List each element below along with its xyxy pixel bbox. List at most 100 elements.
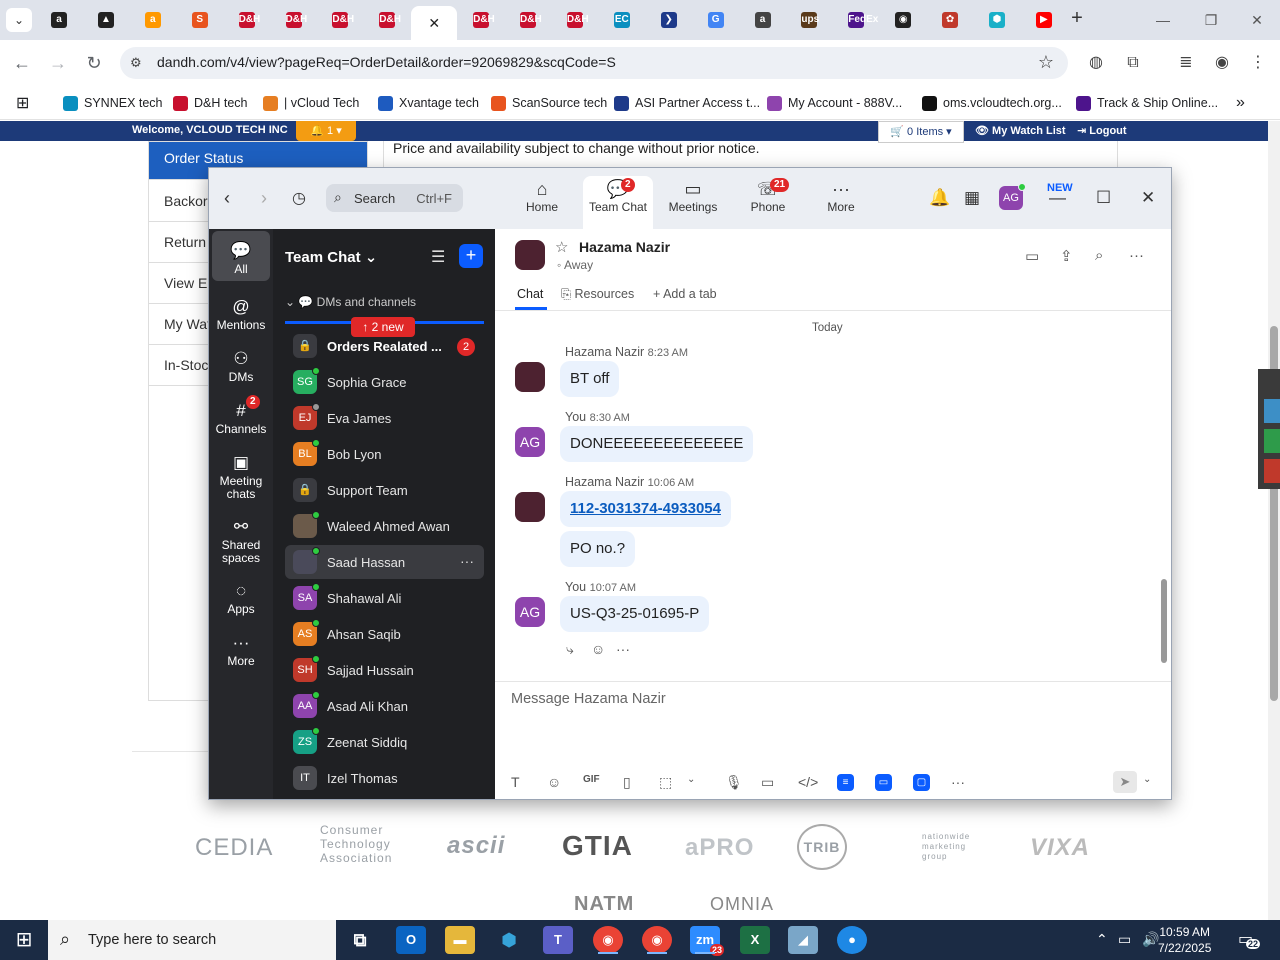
network-icon[interactable]: ▭ (1118, 931, 1131, 948)
browser-tab[interactable]: D&H (224, 4, 270, 36)
browser-tab[interactable]: D&H (271, 4, 317, 36)
browser-tab[interactable]: D&H (552, 4, 598, 36)
section-dms-channels[interactable]: ⌄ 💬 DMs and channels (285, 295, 416, 309)
browser-tab[interactable]: FedEx (833, 4, 879, 36)
volume-icon[interactable]: 🔊 (1142, 931, 1159, 948)
task-view-icon[interactable]: ⧉ (345, 926, 375, 954)
format-text-icon[interactable]: T (511, 774, 520, 790)
browser-tab[interactable]: EC (599, 4, 645, 36)
app-icon[interactable]: ⬢ (494, 926, 524, 954)
tab-search-button[interactable]: ⌄ (6, 8, 32, 32)
notification-bell[interactable]: 🔔 1 ▾ (296, 121, 356, 141)
url-text[interactable]: dandh.com/v4/view?pageReq=OrderDetail&or… (157, 54, 616, 70)
avatar[interactable] (515, 492, 545, 522)
bell-icon[interactable]: 🔔 (929, 188, 950, 208)
emoji-reaction-icon[interactable]: ☺ (591, 641, 605, 657)
rail-item-apps[interactable]: ◌ Apps (212, 571, 270, 616)
browser-tab[interactable]: ✿ (927, 4, 973, 36)
avatar[interactable] (515, 362, 545, 392)
maximize-icon[interactable]: ☐ (1096, 188, 1111, 208)
emoji-icon[interactable]: ☺ (547, 774, 561, 790)
browser-tab[interactable]: a (740, 4, 786, 36)
address-bar[interactable]: ⚙ dandh.com/v4/view?pageReq=OrderDetail&… (120, 47, 1068, 79)
team-chat-heading[interactable]: Team Chat ⌄ (285, 248, 377, 266)
forward-icon[interactable]: › (261, 188, 267, 209)
rail-item-channels[interactable]: # Channels 2 (212, 391, 270, 436)
send-button[interactable]: ➤ (1113, 771, 1137, 793)
bookmark-item[interactable]: Xvantage tech (378, 93, 479, 113)
chat-scrollbar[interactable] (1161, 579, 1167, 663)
video-message-icon[interactable]: ▭ (761, 774, 774, 791)
minimize-icon[interactable]: — (1049, 188, 1066, 208)
nav-tab-team-chat[interactable]: 💬 Team Chat 2 (583, 176, 653, 229)
nav-tab-phone[interactable]: ☏ Phone 21 (733, 176, 803, 222)
calendar-icon[interactable]: ▦ (964, 188, 980, 208)
app-icon[interactable]: ▭ (875, 774, 892, 791)
chat-title[interactable]: Hazama Nazir (579, 239, 670, 255)
message-input[interactable]: Message Hazama Nazir (511, 691, 666, 707)
file-explorer-icon[interactable]: ▬ (445, 926, 475, 954)
avatar[interactable]: AG (999, 183, 1026, 210)
browser-tab[interactable]: D&H (458, 4, 504, 36)
rail-item-dms[interactable]: ⚇ DMs (212, 339, 270, 384)
bookmark-item[interactable]: ASI Partner Access t... (614, 93, 760, 113)
translate-icon[interactable]: ◍ (1085, 52, 1107, 74)
browser-tab[interactable]: ◉ (880, 4, 926, 36)
browser-tab[interactable]: S (177, 4, 223, 36)
send-options-icon[interactable]: ⌄ (1143, 774, 1151, 785)
rail-item-mentions[interactable]: @ Mentions (212, 287, 270, 332)
cart-button[interactable]: 🛒 0 Items ▾ (878, 121, 964, 143)
more-options-icon[interactable]: ··· (1129, 247, 1144, 264)
teams-icon[interactable]: T (543, 926, 573, 954)
more-options-icon[interactable]: ··· (460, 553, 474, 569)
list-item[interactable]: BL Bob Lyon (285, 437, 484, 471)
bookmark-item[interactable]: oms.vcloudtech.org... (922, 93, 1062, 113)
restore-icon[interactable]: ❐ (1196, 8, 1226, 32)
nav-tab-more[interactable]: ··· More (806, 176, 876, 222)
forward-icon[interactable]: → (46, 52, 70, 76)
list-item[interactable]: SA Shahawal Ali (285, 581, 484, 615)
browser-tab[interactable]: D&H (505, 4, 551, 36)
order-number-link[interactable]: 112-3031374-4933054 (560, 491, 731, 527)
bookmark-item[interactable]: ScanSource tech (491, 93, 607, 113)
new-chat-button[interactable]: + (459, 244, 483, 268)
profile-icon[interactable]: ◉ (1211, 52, 1233, 74)
bookmark-item[interactable]: Track & Ship Online... (1076, 93, 1218, 113)
back-icon[interactable]: ‹ (224, 188, 230, 209)
browser-tab[interactable]: ❯ (646, 4, 692, 36)
browser-tab[interactable]: a (130, 4, 176, 36)
bookmark-item[interactable]: SYNNEX tech (63, 93, 163, 113)
close-icon[interactable]: ✕ (1141, 188, 1155, 208)
share-screen-icon[interactable]: ⇪ (1060, 247, 1073, 265)
list-item[interactable]: 🔒 Orders Realated ... 2 (285, 329, 484, 363)
rail-item-all[interactable]: 💬 All (212, 231, 270, 281)
list-item[interactable]: Saad Hassan ··· (285, 545, 484, 579)
bookmark-item[interactable]: | vCloud Tech (263, 93, 359, 113)
list-item[interactable]: EJ Eva James (285, 401, 484, 435)
clock[interactable]: 10:59 AM 7/22/2025 (1158, 924, 1211, 956)
tab-add[interactable]: + Add a tab (653, 287, 717, 301)
search-icon[interactable]: ⌕ (1095, 247, 1103, 264)
rail-item-meeting-chats[interactable]: ▣ Meeting chats (212, 443, 270, 501)
chevron-up-icon[interactable]: ⌃ (1096, 931, 1108, 948)
avatar[interactable]: AG (515, 427, 545, 457)
browser-tab[interactable]: G (693, 4, 739, 36)
rail-item-shared-spaces[interactable]: ⚯ Shared spaces (212, 507, 270, 565)
browser-tab[interactable]: ups (786, 4, 832, 36)
app-icon[interactable]: ● (837, 926, 867, 954)
browser-tab[interactable]: ▲ (83, 4, 129, 36)
microphone-icon[interactable]: 🎙 (725, 774, 743, 791)
browser-tab[interactable]: D&H (364, 4, 410, 36)
filter-icon[interactable]: ☰ (431, 247, 445, 267)
new-tab-button[interactable]: + (1066, 8, 1088, 30)
message-bubble[interactable]: DONEEEEEEEEEEEEEE (560, 426, 754, 462)
avatar[interactable]: AG (515, 597, 545, 627)
chevron-down-icon[interactable]: ⌄ (687, 774, 695, 785)
history-icon[interactable]: ◷ (292, 188, 306, 208)
list-item[interactable]: AA Asad Ali Khan (285, 689, 484, 723)
apps-grid-icon[interactable]: ⊞ (16, 93, 29, 113)
bookmark-item[interactable]: My Account - 888V... (767, 93, 902, 113)
bookmark-star-icon[interactable]: ☆ (1038, 52, 1054, 73)
browser-tab[interactable]: ▶ (1021, 4, 1067, 36)
tab-chat[interactable]: Chat (517, 287, 543, 301)
